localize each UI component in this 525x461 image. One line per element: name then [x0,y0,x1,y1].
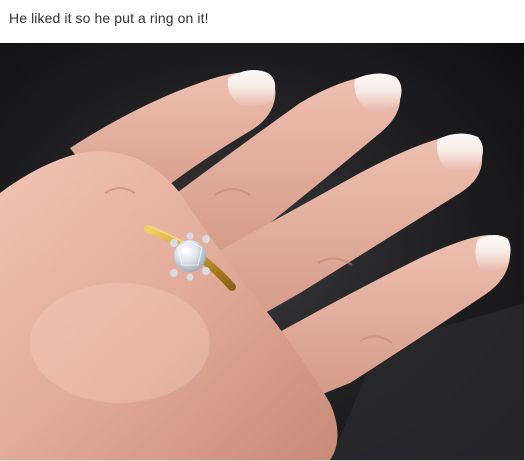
post: He liked it so he put a ring on it! [0,0,525,461]
post-photo[interactable] [0,43,525,461]
diamond-icon [174,240,206,272]
hand-ring-photo [0,43,524,460]
post-caption: He liked it so he put a ring on it! [9,10,209,26]
